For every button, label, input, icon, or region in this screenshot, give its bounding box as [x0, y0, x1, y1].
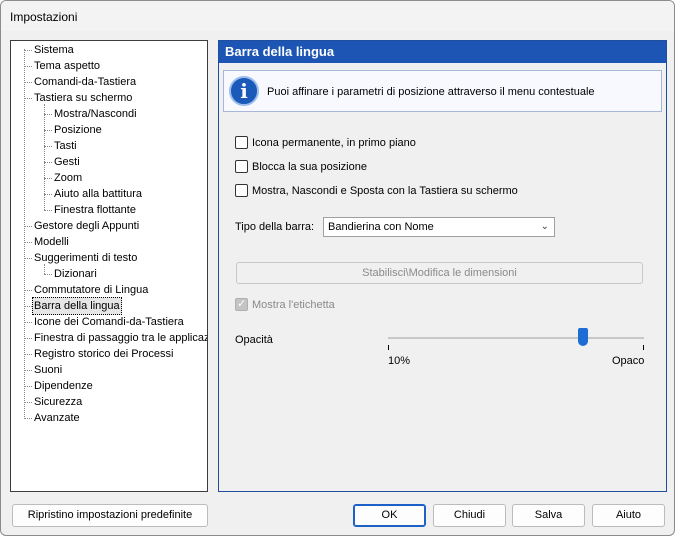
tree-item-label: Commutatore di Lingua: [34, 284, 149, 296]
tree-connector: [44, 162, 52, 163]
bar-type-label: Tipo della barra:: [235, 221, 315, 233]
info-icon: i: [229, 76, 259, 106]
ok-button[interactable]: OK: [353, 504, 426, 527]
tree-item-label: Avanzate: [34, 412, 80, 424]
reset-defaults-button[interactable]: Ripristino impostazioni predefinite: [12, 504, 208, 527]
opacity-slider-thumb[interactable]: [578, 328, 588, 346]
tree-item-label: Suoni: [34, 364, 63, 376]
chevron-down-icon: ⌄: [540, 221, 549, 232]
tree-item-label: Zoom: [54, 172, 83, 184]
tree-connector: [44, 194, 52, 195]
tree-connector: [44, 178, 52, 179]
tree-item-label: Mostra/Nascondi: [54, 108, 137, 120]
settings-window: Impostazioni Sistema Tema aspetto Comandi-…: [0, 0, 675, 536]
title-bar: Impostazioni: [1, 1, 674, 31]
tree-connector: [24, 50, 32, 51]
tree-connector: [44, 130, 52, 131]
tree-guide-line: [24, 49, 25, 417]
info-box: i Puoi affinare i parametri di posizione…: [223, 70, 662, 112]
tree-item-label: Registro storico dei Processi: [34, 348, 174, 360]
tree-item-label: Posizione: [54, 124, 102, 136]
help-button[interactable]: Aiuto: [592, 504, 665, 527]
checkbox-box[interactable]: [235, 160, 248, 173]
checkbox-label: Icona permanente, in primo piano: [252, 137, 416, 149]
tree-item-label: Finestra flottante: [54, 204, 136, 216]
tree-connector: [24, 258, 32, 259]
checkbox-label: Mostra, Nascondi e Sposta con la Tastier…: [252, 185, 518, 197]
tree-connector: [24, 402, 32, 403]
checkbox-box[interactable]: [235, 184, 248, 197]
opacity-max-label: Opaco: [612, 355, 645, 367]
tree-item-label: Suggerimenti di testo: [34, 252, 138, 264]
tree-connector: [24, 290, 32, 291]
tree-item-label: Icone dei Comandi-da-Tastiera: [34, 316, 184, 328]
tree-connector: [24, 242, 32, 243]
tree-connector: [44, 274, 52, 275]
tree-item-label: Barra della lingua: [32, 297, 122, 315]
bar-type-select[interactable]: Bandierina con Nome ⌄: [323, 217, 555, 237]
bar-type-value: Bandierina con Nome: [328, 221, 434, 233]
close-button[interactable]: Chiudi: [433, 504, 506, 527]
tree-connector: [24, 418, 32, 419]
opacity-slider-track[interactable]: [388, 337, 644, 339]
tree-connector: [44, 146, 52, 147]
tree-connector: [24, 322, 32, 323]
save-button[interactable]: Salva: [512, 504, 585, 527]
tree-item-label: Finestra di passaggio tra le applicazion…: [34, 332, 208, 344]
tree-item-label: Modelli: [34, 236, 69, 248]
tree-item-label: Sistema: [34, 44, 74, 56]
tree-item-label: Aiuto alla battitura: [54, 188, 143, 200]
opacity-min-label: 10%: [388, 355, 411, 367]
checkbox-label: Mostra l'etichetta: [252, 299, 335, 311]
slider-tick-min: [388, 345, 389, 350]
tree-item-label: Comandi-da-Tastiera: [34, 76, 137, 88]
tree-item-label: Dizionari: [54, 268, 97, 280]
info-text: Puoi affinare i parametri di posizione a…: [267, 86, 595, 98]
tree-connector: [24, 386, 32, 387]
tree-connector: [24, 338, 32, 339]
checkbox-box[interactable]: [235, 136, 248, 149]
settings-tree[interactable]: Sistema Tema aspetto Comandi-da-Tastiera Ta…: [10, 40, 208, 492]
tree-item-label: Sicurezza: [34, 396, 83, 408]
tree-item-label: Tasti: [54, 140, 77, 152]
tree-connector: [24, 98, 32, 99]
checkbox-box[interactable]: [235, 297, 248, 311]
tree-connector: [24, 226, 32, 227]
window-title: Impostazioni: [10, 10, 78, 24]
tree-item-label: Tastiera su schermo: [34, 92, 133, 104]
set-size-button[interactable]: Stabilisci\Modifica le dimensioni: [236, 262, 643, 284]
settings-panel: Barra della lingua i Puoi affinare i par…: [218, 40, 667, 492]
tree-item-label: Dipendenze: [34, 380, 93, 392]
tree-connector: [24, 66, 32, 67]
panel-title: Barra della lingua: [219, 41, 666, 63]
tree-item-label: Gestore degli Appunti: [34, 220, 140, 232]
opacity-label: Opacità: [235, 334, 273, 346]
tree-connector: [44, 114, 52, 115]
tree-connector: [24, 306, 32, 307]
tree-item-label: Tema aspetto: [34, 60, 101, 72]
tree-connector: [24, 82, 32, 83]
slider-tick-max: [643, 345, 644, 350]
tree-connector: [24, 354, 32, 355]
tree-item-label: Gesti: [54, 156, 80, 168]
tree-connector: [44, 210, 52, 211]
tree-connector: [24, 370, 32, 371]
checkbox-label: Blocca la sua posizione: [252, 161, 367, 173]
